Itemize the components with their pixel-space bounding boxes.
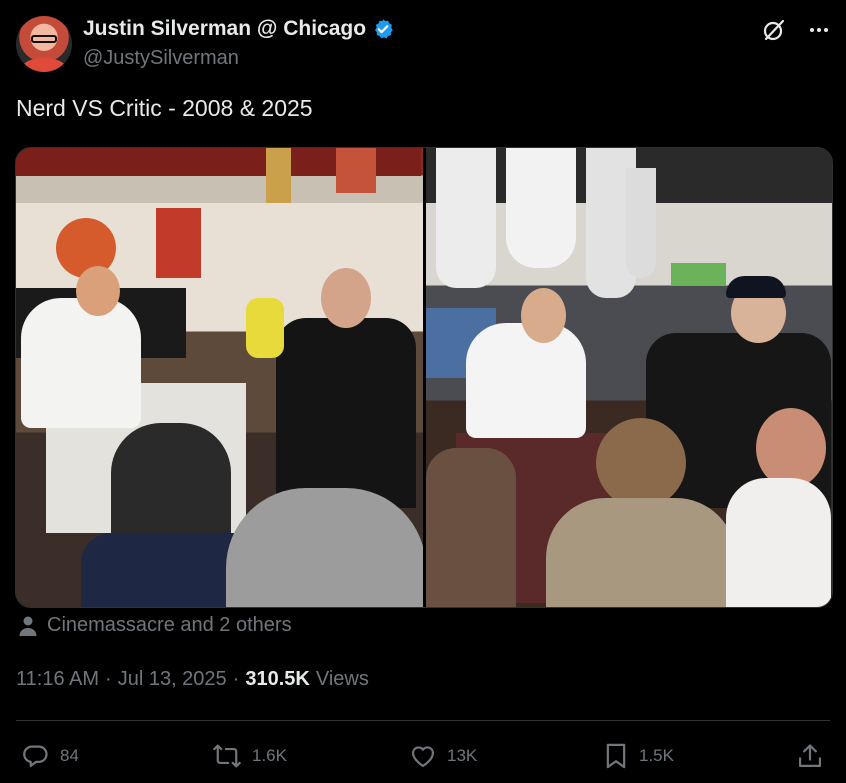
tweet: Justin Silverman @ Chicago @JustySilverm… bbox=[0, 0, 846, 783]
like-count: 13K bbox=[447, 746, 478, 765]
bookmark-button[interactable]: 1.5K bbox=[603, 736, 674, 776]
author-handle[interactable]: @JustySilverman bbox=[83, 47, 239, 70]
verified-badge-icon bbox=[375, 19, 393, 39]
reply-button[interactable]: 84 bbox=[22, 736, 79, 776]
avatar[interactable] bbox=[16, 16, 72, 72]
bookmark-count: 1.5K bbox=[639, 746, 674, 765]
share-icon bbox=[798, 744, 822, 768]
tweet-meta: 11:16 AM · Jul 13, 2025 · 310.5K Views bbox=[16, 668, 369, 691]
like-icon bbox=[411, 746, 435, 768]
person-icon bbox=[19, 616, 37, 636]
divider bbox=[16, 720, 830, 721]
tagged-users-label: Cinemassacre and 2 others bbox=[47, 614, 292, 636]
repost-icon bbox=[213, 744, 241, 768]
top-right-actions bbox=[762, 18, 830, 42]
avatar-shirt bbox=[22, 58, 66, 72]
reply-icon bbox=[23, 745, 48, 768]
bookmark-icon bbox=[606, 743, 626, 769]
tweet-date[interactable]: Jul 13, 2025 bbox=[118, 668, 227, 691]
more-icon[interactable] bbox=[808, 19, 830, 41]
meta-separator: · bbox=[232, 668, 240, 690]
avatar-glasses bbox=[31, 35, 57, 43]
views-label: Views bbox=[315, 668, 369, 690]
tagged-users[interactable]: Cinemassacre and 2 others bbox=[18, 614, 292, 637]
views-count: 310.5K bbox=[245, 668, 310, 690]
grok-icon[interactable] bbox=[762, 18, 786, 42]
author-name-row: Justin Silverman @ Chicago bbox=[83, 17, 394, 41]
like-button[interactable]: 13K bbox=[409, 736, 477, 776]
media-grid bbox=[15, 147, 833, 608]
tweet-text: Nerd VS Critic - 2008 & 2025 bbox=[16, 95, 313, 121]
share-button[interactable] bbox=[796, 736, 824, 776]
photo-2008[interactable] bbox=[16, 148, 423, 607]
repost-count: 1.6K bbox=[252, 746, 287, 765]
meta-separator: · bbox=[105, 668, 112, 690]
photo-2025[interactable] bbox=[425, 148, 832, 607]
repost-button[interactable]: 1.6K bbox=[212, 736, 287, 776]
author-display-name[interactable]: Justin Silverman @ Chicago bbox=[83, 17, 366, 41]
tweet-time[interactable]: 11:16 AM bbox=[16, 668, 99, 691]
action-bar: 84 1.6K 13K 1.5K bbox=[0, 736, 846, 776]
reply-count: 84 bbox=[60, 746, 79, 765]
